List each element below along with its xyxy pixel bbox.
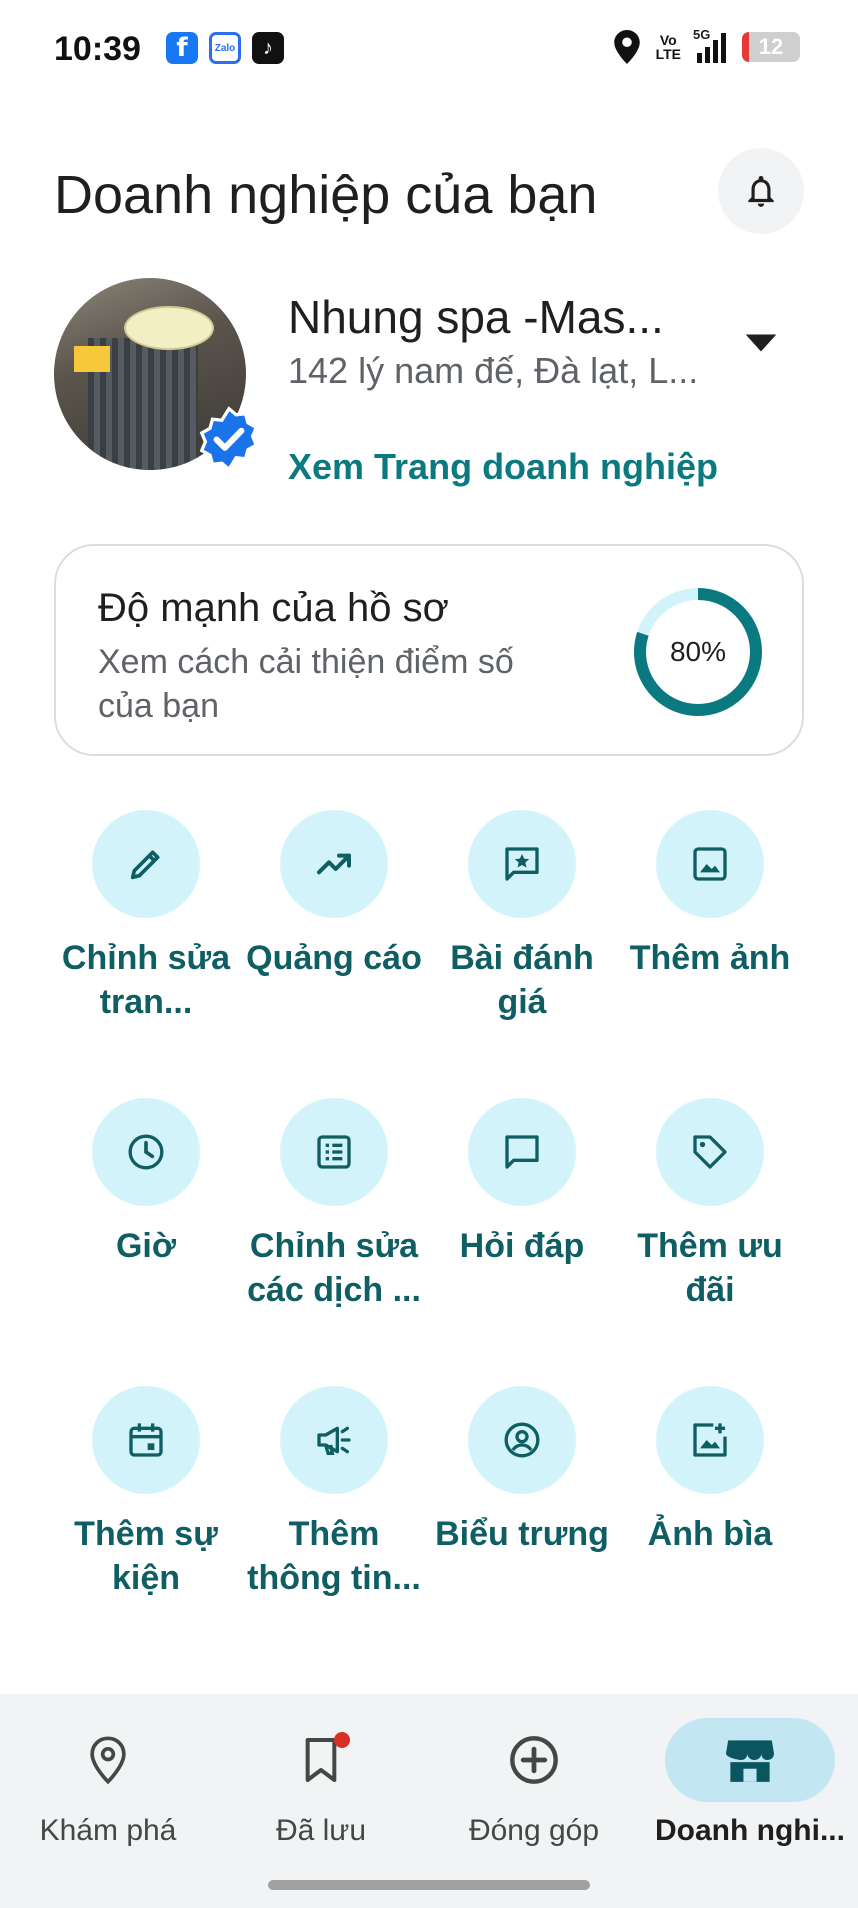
clock-icon xyxy=(128,1134,164,1170)
megaphone-icon xyxy=(317,1426,351,1455)
nav-saved[interactable]: Đã lưu xyxy=(221,1718,421,1848)
action-icon-circle xyxy=(92,1386,200,1494)
zalo-icon: Zalo xyxy=(209,32,241,64)
status-time: 10:39 xyxy=(54,30,141,68)
nav-saved-label: Đã lưu xyxy=(275,1814,367,1847)
verified-badge-icon xyxy=(199,406,259,472)
action-offer-tag[interactable]: Thêm ưu đãi xyxy=(616,1098,804,1312)
business-switcher-dropdown-icon[interactable] xyxy=(744,328,778,358)
nav-business[interactable]: Doanh nghi... xyxy=(650,1718,850,1848)
action-icon-circle xyxy=(656,1098,764,1206)
profile-strength-card[interactable]: Độ mạnh của hồ sơ Xem cách cải thiện điể… xyxy=(54,544,804,756)
nav-business-label: Doanh nghi... xyxy=(655,1814,845,1847)
location-status-icon xyxy=(613,30,640,64)
nav-contribute-icon-wrap xyxy=(449,1718,619,1802)
action-trending-up[interactable]: Quảng cáo xyxy=(240,810,428,980)
action-label: Ảnh bìa xyxy=(647,1515,773,1553)
nav-contribute-label: Đóng góp xyxy=(468,1814,600,1847)
action-icon-circle xyxy=(468,810,576,918)
profile-strength-subtitle: Xem cách cải thiện điểm số của bạn xyxy=(98,643,514,725)
volte-indicator: Vo LTE xyxy=(655,32,681,62)
calendar-event-icon xyxy=(129,1423,163,1457)
trending-up-icon xyxy=(317,853,351,875)
view-business-page-link[interactable]: Xem Trang doanh nghiệp xyxy=(288,446,718,488)
action-review-star[interactable]: Bài đánh giá xyxy=(428,810,616,1024)
action-label: Chỉnh sửa tran... xyxy=(61,939,231,1021)
action-icon-circle xyxy=(280,1098,388,1206)
nav-contribute[interactable]: Đóng góp xyxy=(434,1718,634,1848)
nav-saved-icon-wrap xyxy=(236,1718,406,1802)
tiktok-icon: ♪ xyxy=(252,32,284,64)
action-clock[interactable]: Giờ xyxy=(52,1098,240,1268)
nav-explore-icon-wrap xyxy=(23,1718,193,1802)
action-calendar-event[interactable]: Thêm sự kiện xyxy=(52,1386,240,1600)
photo-small-sign xyxy=(74,346,110,372)
nav-business-icon-wrap xyxy=(665,1718,835,1802)
network-type-label: 5G xyxy=(693,27,711,42)
bottom-navigation: Khám phá Đã lưu Đóng góp Doanh nghi... xyxy=(0,1694,858,1908)
profile-strength-percent: 80% xyxy=(669,636,727,667)
action-icon-circle xyxy=(280,1386,388,1494)
page-title: Doanh nghiệp của bạn xyxy=(54,165,598,225)
notifications-button[interactable] xyxy=(718,148,804,234)
action-megaphone[interactable]: Thêm thông tin... xyxy=(240,1386,428,1600)
action-label: Quảng cáo xyxy=(246,939,422,977)
logo-account-icon xyxy=(504,1422,540,1458)
action-label: Thêm ảnh xyxy=(629,939,791,977)
nav-explore-label: Khám phá xyxy=(39,1814,177,1847)
business-name[interactable]: Nhung spa -Mas... xyxy=(288,290,664,344)
battery-level: 12 xyxy=(758,34,784,59)
action-icon-circle xyxy=(656,1386,764,1494)
nav-explore[interactable]: Khám phá xyxy=(8,1718,208,1848)
action-icon-circle xyxy=(92,810,200,918)
chat-bubble-icon xyxy=(505,1135,539,1169)
profile-strength-title: Độ mạnh của hồ sơ xyxy=(98,586,449,630)
action-label: Hỏi đáp xyxy=(459,1227,585,1265)
action-label: Thêm ưu đãi xyxy=(637,1227,783,1309)
add-photo-icon xyxy=(693,847,727,881)
saved-badge-dot xyxy=(334,1732,350,1748)
action-icon-circle xyxy=(280,810,388,918)
action-icon-circle xyxy=(92,1098,200,1206)
action-add-photo[interactable]: Thêm ảnh xyxy=(616,810,804,980)
review-star-icon xyxy=(505,847,539,881)
services-list-icon xyxy=(317,1135,351,1169)
offer-tag-icon xyxy=(693,1135,727,1169)
action-label: Giờ xyxy=(115,1227,177,1265)
action-services-list[interactable]: Chỉnh sửa các dịch ... xyxy=(240,1098,428,1312)
action-icon-circle xyxy=(468,1386,576,1494)
battery-icon: 12 xyxy=(742,32,800,62)
action-label: Thêm sự kiện xyxy=(74,1515,218,1597)
status-bar: 10:39 f Zalo ♪ Vo LTE 5G 12 xyxy=(0,0,858,100)
business-address: 142 lý nam đế, Đà lạt, L... xyxy=(288,350,699,391)
action-icon-circle xyxy=(468,1098,576,1206)
notification-bell-icon xyxy=(748,175,774,207)
action-chat-bubble[interactable]: Hỏi đáp xyxy=(428,1098,616,1268)
action-icon-circle xyxy=(656,810,764,918)
action-label: Chỉnh sửa các dịch ... xyxy=(247,1227,421,1309)
home-indicator[interactable] xyxy=(268,1880,590,1890)
action-edit-pencil[interactable]: Chỉnh sửa tran... xyxy=(52,810,240,1024)
status-right-group: Vo LTE 5G 12 xyxy=(613,27,800,64)
action-label: Bài đánh giá xyxy=(450,939,594,1021)
action-logo-account[interactable]: Biểu trưng xyxy=(428,1386,616,1556)
action-cover-photo[interactable]: Ảnh bìa xyxy=(616,1386,804,1556)
storefront-icon xyxy=(726,1740,774,1782)
action-label: Thêm thông tin... xyxy=(247,1515,421,1597)
action-label: Biểu trưng xyxy=(435,1515,609,1553)
cover-photo-icon xyxy=(693,1423,727,1457)
edit-pencil-icon xyxy=(130,850,160,880)
add-circle-icon xyxy=(510,1736,558,1784)
photo-sign xyxy=(124,306,214,350)
explore-pin-icon xyxy=(90,1736,126,1785)
facebook-icon: f xyxy=(166,32,198,64)
signal-strength-icon: 5G xyxy=(693,27,726,63)
